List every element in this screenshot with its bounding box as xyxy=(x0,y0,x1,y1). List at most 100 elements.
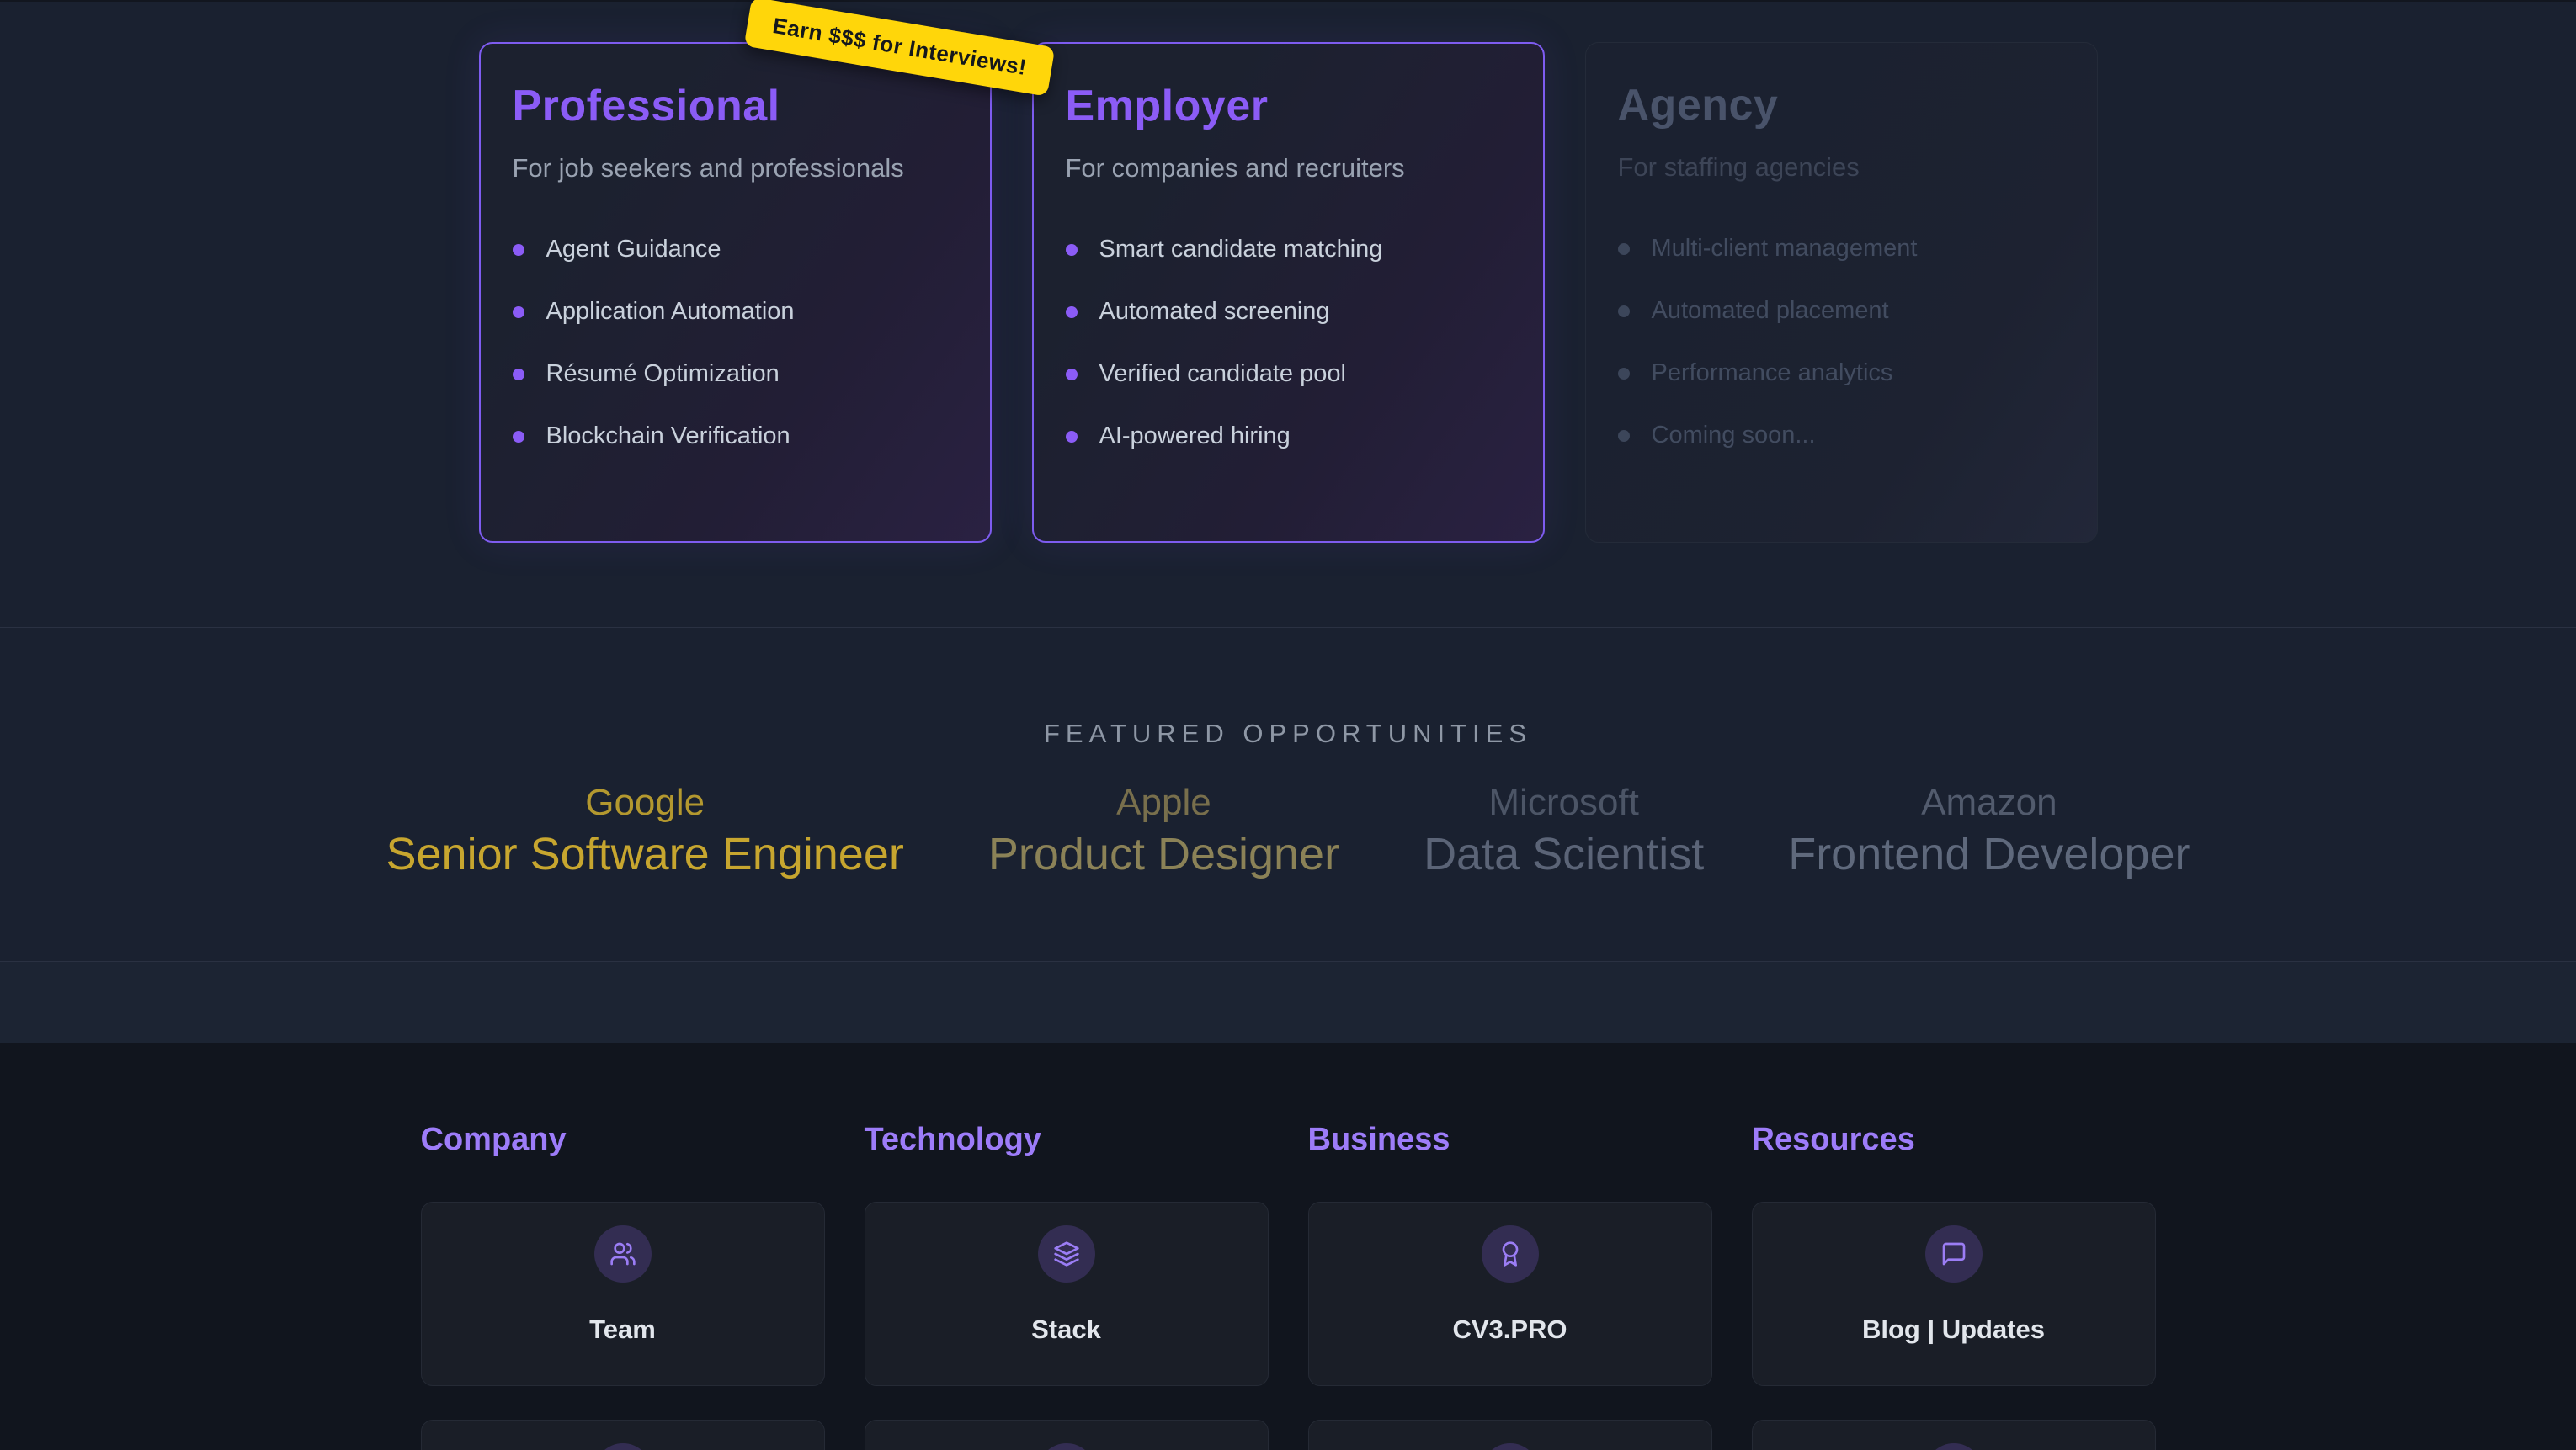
job-title: Frontend Developer xyxy=(1788,828,2190,880)
plan-feature-list: Multi-client management Automated placem… xyxy=(1618,235,2065,449)
plan-feature-label: Smart candidate matching xyxy=(1099,236,1383,263)
footer-column-resources: Resources Blog | Updates xyxy=(1752,1122,2156,1450)
message-square-icon xyxy=(1940,1240,1967,1267)
footer-column-header: Technology xyxy=(865,1122,1269,1158)
bullet-dot-icon xyxy=(513,306,524,318)
bullet-dot-icon xyxy=(1618,368,1630,380)
job-company: Apple xyxy=(988,783,1339,823)
bullet-dot-icon xyxy=(513,369,524,380)
plan-feature-list: Agent Guidance Application Automation Ré… xyxy=(513,236,958,450)
icon-circle xyxy=(1482,1225,1539,1283)
footer-column-header: Company xyxy=(421,1122,825,1158)
footer-card-stack[interactable]: Stack xyxy=(865,1202,1269,1386)
plan-title: Agency xyxy=(1618,80,2065,130)
plan-feature-list: Smart candidate matching Automated scree… xyxy=(1066,236,1511,450)
footer-card-cv3pro[interactable]: CV3.PRO xyxy=(1308,1202,1712,1386)
featured-job-amazon[interactable]: Amazon Frontend Developer xyxy=(1788,783,2190,880)
plan-feature-label: Résumé Optimization xyxy=(546,360,780,388)
icon-circle xyxy=(594,1225,652,1283)
footer-column-header: Resources xyxy=(1752,1122,2156,1158)
footer-card-partial[interactable] xyxy=(1308,1420,1712,1450)
job-title: Data Scientist xyxy=(1424,828,1704,880)
plan-feature: Résumé Optimization xyxy=(513,360,958,388)
plan-feature-label: Application Automation xyxy=(546,298,795,326)
footer-card-label: Stack xyxy=(1031,1315,1101,1345)
footer-card-partial[interactable] xyxy=(865,1420,1269,1450)
plan-feature: Coming soon... xyxy=(1618,422,2065,449)
featured-heading: FEATURED OPPORTUNITIES xyxy=(0,628,2576,749)
plan-feature: Smart candidate matching xyxy=(1066,236,1511,263)
footer-column-technology: Technology Stack xyxy=(865,1122,1269,1450)
icon-circle xyxy=(594,1443,652,1450)
plan-feature-label: Automated screening xyxy=(1099,298,1330,326)
featured-job-apple[interactable]: Apple Product Designer xyxy=(988,783,1339,880)
bullet-dot-icon xyxy=(513,431,524,443)
plan-feature: Application Automation xyxy=(513,298,958,326)
plan-feature-label: Automated placement xyxy=(1652,297,1889,325)
plan-feature: Verified candidate pool xyxy=(1066,360,1511,388)
plan-card-professional[interactable]: Professional For job seekers and profess… xyxy=(479,42,992,543)
featured-job-google[interactable]: Google Senior Software Engineer xyxy=(386,783,903,880)
bullet-dot-icon xyxy=(1618,243,1630,255)
icon-circle xyxy=(1038,1225,1095,1283)
plan-card-employer[interactable]: Employer For companies and recruiters Sm… xyxy=(1032,42,1545,543)
layers-icon xyxy=(1053,1240,1080,1267)
plan-description: For companies and recruiters xyxy=(1066,153,1511,183)
plan-feature-label: Blockchain Verification xyxy=(546,422,790,450)
bullet-dot-icon xyxy=(1066,244,1078,256)
plan-title: Professional xyxy=(513,81,958,131)
bullet-dot-icon xyxy=(513,244,524,256)
job-company: Amazon xyxy=(1788,783,2190,823)
footer-card-label: CV3.PRO xyxy=(1452,1315,1567,1345)
plan-feature-label: Multi-client management xyxy=(1652,235,1918,263)
job-title: Senior Software Engineer xyxy=(386,828,903,880)
plan-description: For staffing agencies xyxy=(1618,152,2065,183)
footer-column-business: Business CV3.PRO xyxy=(1308,1122,1712,1450)
plan-feature: AI-powered hiring xyxy=(1066,422,1511,450)
plan-feature-label: Coming soon... xyxy=(1652,422,1816,449)
plan-feature-label: Verified candidate pool xyxy=(1099,360,1346,388)
plans-section: Earn $$$ for Interviews! Professional Fo… xyxy=(0,0,2576,628)
plan-feature: Automated placement xyxy=(1618,297,2065,325)
plan-feature: Agent Guidance xyxy=(513,236,958,263)
footer-card-label: Team xyxy=(589,1315,656,1345)
plan-feature-label: AI-powered hiring xyxy=(1099,422,1291,450)
landing-page: Earn $$$ for Interviews! Professional Fo… xyxy=(0,0,2576,1450)
icon-circle xyxy=(1925,1443,1983,1450)
plan-feature: Blockchain Verification xyxy=(513,422,958,450)
icon-circle xyxy=(1925,1225,1983,1283)
bullet-dot-icon xyxy=(1066,306,1078,318)
footer-grid: Company Team xyxy=(421,1122,2156,1450)
plan-feature: Multi-client management xyxy=(1618,235,2065,263)
icon-circle xyxy=(1482,1443,1539,1450)
plans-row: Professional For job seekers and profess… xyxy=(0,2,2576,543)
plan-feature-label: Performance analytics xyxy=(1652,359,1893,387)
spacer-band xyxy=(0,962,2576,1043)
plan-feature-label: Agent Guidance xyxy=(546,236,721,263)
footer: Company Team xyxy=(0,1043,2576,1450)
award-icon xyxy=(1497,1240,1524,1267)
footer-card-partial[interactable] xyxy=(1752,1420,2156,1450)
featured-job-microsoft[interactable]: Microsoft Data Scientist xyxy=(1424,783,1704,880)
plan-feature: Automated screening xyxy=(1066,298,1511,326)
bullet-dot-icon xyxy=(1066,431,1078,443)
footer-card-partial[interactable] xyxy=(421,1420,825,1450)
bullet-dot-icon xyxy=(1618,430,1630,442)
users-icon xyxy=(609,1240,636,1267)
icon-circle xyxy=(1038,1443,1095,1450)
job-title: Product Designer xyxy=(988,828,1339,880)
plan-description: For job seekers and professionals xyxy=(513,153,958,183)
featured-jobs-row: Google Senior Software Engineer Apple Pr… xyxy=(0,783,2576,880)
featured-opportunities-section: FEATURED OPPORTUNITIES Google Senior Sof… xyxy=(0,628,2576,962)
footer-card-blog[interactable]: Blog | Updates xyxy=(1752,1202,2156,1386)
footer-card-team[interactable]: Team xyxy=(421,1202,825,1386)
plan-feature: Performance analytics xyxy=(1618,359,2065,387)
job-company: Microsoft xyxy=(1424,783,1704,823)
plan-title: Employer xyxy=(1066,81,1511,131)
job-company: Google xyxy=(386,783,903,823)
footer-card-label: Blog | Updates xyxy=(1862,1315,2045,1345)
footer-column-header: Business xyxy=(1308,1122,1712,1158)
footer-column-company: Company Team xyxy=(421,1122,825,1450)
bullet-dot-icon xyxy=(1618,305,1630,317)
bullet-dot-icon xyxy=(1066,369,1078,380)
